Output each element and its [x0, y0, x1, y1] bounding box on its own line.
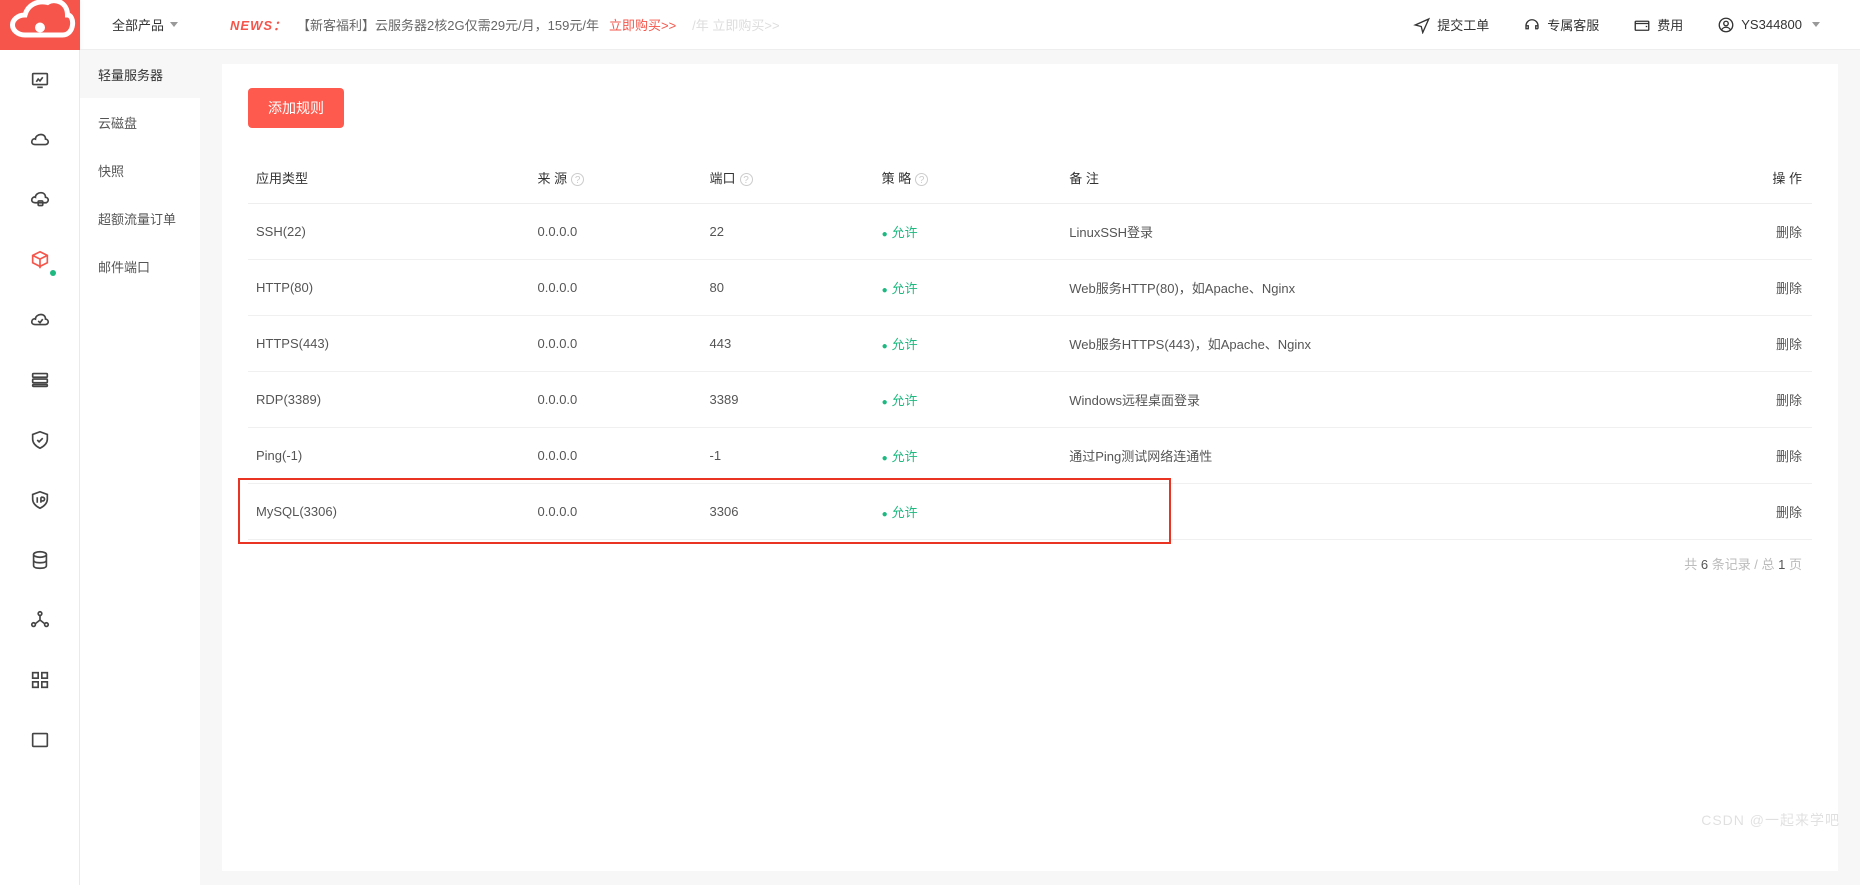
rail-dashboard-icon[interactable]: [0, 50, 80, 110]
cell-source: 0.0.0.0: [530, 428, 702, 484]
cell-port: -1: [702, 428, 874, 484]
cell-type: HTTPS(443): [248, 316, 530, 372]
news-shadow: /年 立即购买>>: [692, 15, 779, 34]
news-text: 【新客福利】云服务器2核2G仅需29元/月，159元/年: [297, 15, 599, 34]
cell-remark: Web服务HTTPS(443)，如Apache、Nginx: [1061, 316, 1718, 372]
cell-policy: ●允许: [874, 204, 1062, 260]
cell-source: 0.0.0.0: [530, 372, 702, 428]
cell-type: RDP(3389): [248, 372, 530, 428]
delete-link[interactable]: 删除: [1776, 449, 1802, 464]
cell-source: 0.0.0.0: [530, 484, 702, 540]
col-source: 来 源?: [530, 152, 702, 204]
table-row: HTTPS(443)0.0.0.0443●允许Web服务HTTPS(443)，如…: [248, 316, 1812, 372]
sidebar-item-cloud-disk[interactable]: 云磁盘: [80, 98, 200, 146]
rail-cloud-check-icon[interactable]: [0, 290, 80, 350]
cell-port: 80: [702, 260, 874, 316]
cell-op: 删除: [1718, 372, 1812, 428]
rail-ip-icon[interactable]: [0, 470, 80, 530]
cell-type: HTTP(80): [248, 260, 530, 316]
cell-remark: [1061, 484, 1718, 540]
all-products-dropdown[interactable]: 全部产品: [100, 15, 190, 34]
rail-grid-icon[interactable]: [0, 650, 80, 710]
rail-cloud-icon[interactable]: [0, 110, 80, 170]
help-icon[interactable]: ?: [915, 173, 928, 186]
sidebar-item-snapshot[interactable]: 快照: [80, 146, 200, 194]
cell-policy: ●允许: [874, 484, 1062, 540]
sidebar-item-overage[interactable]: 超额流量订单: [80, 194, 200, 242]
rail-cube-icon[interactable]: [0, 230, 80, 290]
cell-op: 删除: [1718, 316, 1812, 372]
rail-cloud-lock-icon[interactable]: [0, 170, 80, 230]
table-row: HTTP(80)0.0.0.080●允许Web服务HTTP(80)，如Apach…: [248, 260, 1812, 316]
cell-type: SSH(22): [248, 204, 530, 260]
news-buy-link[interactable]: 立即购买>>: [609, 15, 676, 34]
cell-op: 删除: [1718, 484, 1812, 540]
cell-remark: Windows远程桌面登录: [1061, 372, 1718, 428]
cell-op: 删除: [1718, 428, 1812, 484]
support-button[interactable]: 专属客服: [1523, 15, 1599, 34]
rail-more-icon[interactable]: [0, 710, 80, 770]
delete-link[interactable]: 删除: [1776, 505, 1802, 520]
news-label: NEWS：: [230, 15, 287, 34]
pagination: 共 6 条记录 / 总 1 页: [248, 540, 1812, 573]
table-row: MySQL(3306)0.0.0.03306●允许 删除: [248, 484, 1812, 540]
nav-rail: [0, 0, 80, 885]
help-icon[interactable]: ?: [740, 173, 753, 186]
rail-stack-icon[interactable]: [0, 350, 80, 410]
cell-policy: ●允许: [874, 372, 1062, 428]
cell-remark: LinuxSSH登录: [1061, 204, 1718, 260]
cell-policy: ●允许: [874, 428, 1062, 484]
rail-database-icon[interactable]: [0, 530, 80, 590]
cell-source: 0.0.0.0: [530, 260, 702, 316]
logo[interactable]: [0, 0, 80, 50]
help-icon[interactable]: ?: [571, 173, 584, 186]
add-rule-button[interactable]: 添加规则: [248, 88, 344, 128]
cell-source: 0.0.0.0: [530, 204, 702, 260]
col-app-type: 应用类型: [248, 152, 530, 204]
billing-button[interactable]: 费用: [1633, 15, 1683, 34]
delete-link[interactable]: 删除: [1776, 337, 1802, 352]
rail-branch-icon[interactable]: [0, 590, 80, 650]
col-policy: 策 略?: [874, 152, 1062, 204]
cell-port: 3389: [702, 372, 874, 428]
sidebar-item-mail-port[interactable]: 邮件端口: [80, 242, 200, 290]
col-remark: 备 注: [1061, 152, 1718, 204]
cell-op: 删除: [1718, 260, 1812, 316]
table-row: SSH(22)0.0.0.022●允许LinuxSSH登录 删除: [248, 204, 1812, 260]
table-row: RDP(3389)0.0.0.03389●允许Windows远程桌面登录 删除: [248, 372, 1812, 428]
chevron-down-icon: [1812, 22, 1820, 27]
cell-type: MySQL(3306): [248, 484, 530, 540]
rules-table: 应用类型 来 源? 端口? 策 略? 备 注 操 作 SSH(22)0.0.0.…: [248, 152, 1812, 540]
sidebar-item-light-server[interactable]: 轻量服务器: [80, 50, 200, 98]
cell-policy: ●允许: [874, 260, 1062, 316]
cell-remark: Web服务HTTP(80)，如Apache、Nginx: [1061, 260, 1718, 316]
cell-source: 0.0.0.0: [530, 316, 702, 372]
table-row: Ping(-1)0.0.0.0-1●允许通过Ping测试网络连通性 删除: [248, 428, 1812, 484]
content-panel: 添加规则 应用类型 来 源? 端口? 策 略? 备 注 操 作: [222, 64, 1838, 871]
user-dropdown[interactable]: YS344800: [1717, 16, 1820, 34]
news-banner[interactable]: NEWS： 【新客福利】云服务器2核2G仅需29元/月，159元/年 立即购买>…: [230, 15, 780, 34]
col-op: 操 作: [1718, 152, 1812, 204]
delete-link[interactable]: 删除: [1776, 281, 1802, 296]
user-icon: [1717, 16, 1735, 34]
send-icon: [1413, 16, 1431, 34]
headset-icon: [1523, 16, 1541, 34]
topbar: 全部产品 NEWS： 【新客福利】云服务器2核2G仅需29元/月，159元/年 …: [80, 0, 1860, 50]
cell-remark: 通过Ping测试网络连通性: [1061, 428, 1718, 484]
submit-ticket-button[interactable]: 提交工单: [1413, 15, 1489, 34]
sidebar: 轻量服务器 云磁盘 快照 超额流量订单 邮件端口: [80, 50, 200, 885]
chevron-down-icon: [170, 22, 178, 27]
cell-port: 3306: [702, 484, 874, 540]
cell-op: 删除: [1718, 204, 1812, 260]
col-port: 端口?: [702, 152, 874, 204]
cell-port: 443: [702, 316, 874, 372]
rail-shield-icon[interactable]: [0, 410, 80, 470]
delete-link[interactable]: 删除: [1776, 393, 1802, 408]
cell-type: Ping(-1): [248, 428, 530, 484]
delete-link[interactable]: 删除: [1776, 225, 1802, 240]
wallet-icon: [1633, 16, 1651, 34]
cell-port: 22: [702, 204, 874, 260]
cell-policy: ●允许: [874, 316, 1062, 372]
all-products-label: 全部产品: [112, 15, 164, 34]
